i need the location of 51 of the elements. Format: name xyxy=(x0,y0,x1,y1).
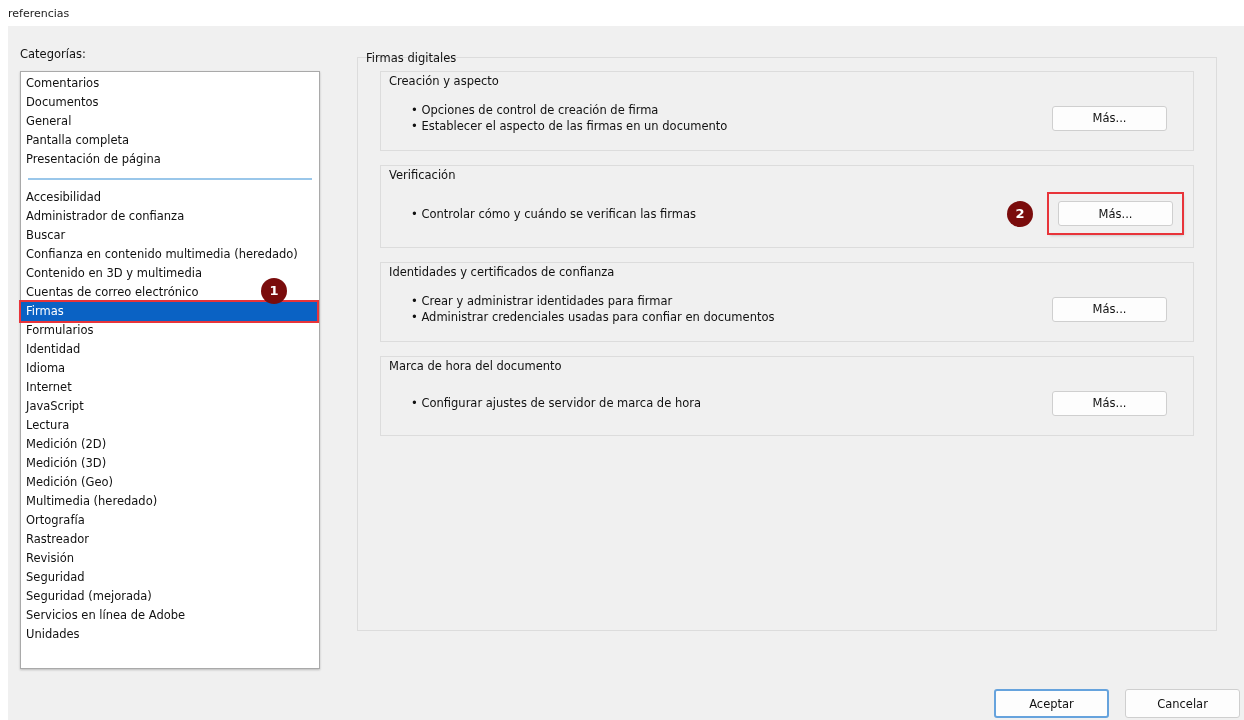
list-item[interactable]: Buscar xyxy=(26,226,66,245)
bullet-text: • Opciones de control de creación de firma xyxy=(411,102,660,118)
list-item[interactable]: Ortografía xyxy=(26,511,85,530)
list-item[interactable]: Cuentas de correo electrónico xyxy=(26,283,199,302)
bullet-text: • Controlar cómo y cuándo se verifican las firmas xyxy=(411,205,698,222)
more-button[interactable]: Más... xyxy=(1058,201,1173,226)
bullet-text: • Establecer el aspecto de las firmas en un documento xyxy=(411,118,729,134)
callout-badge: 1 xyxy=(261,278,287,304)
list-item[interactable]: Contenido en 3D y multimedia xyxy=(26,264,202,283)
more-button[interactable]: Más... xyxy=(1052,296,1167,322)
list-item[interactable]: Seguridad xyxy=(26,568,85,587)
bullet-text: • Configurar ajustes de servidor de marca de hora xyxy=(411,395,702,411)
list-item[interactable]: Rastreador xyxy=(26,530,89,549)
more-button[interactable]: Más... xyxy=(1052,390,1167,416)
list-item[interactable]: Pantalla completa xyxy=(26,131,130,150)
list-item[interactable]: Unidades xyxy=(26,625,80,644)
section-title: Creación y aspecto xyxy=(389,73,500,90)
section-title: Identidades y certificados de confianza xyxy=(389,264,616,281)
list-item[interactable]: JavaScript xyxy=(26,397,84,416)
list-item[interactable]: Idioma xyxy=(26,359,66,378)
ok-button[interactable]: Aceptar xyxy=(994,689,1109,718)
list-item[interactable]: Seguridad (mejorada) xyxy=(26,587,152,606)
window-title: referencias xyxy=(8,0,1244,26)
list-item[interactable]: General xyxy=(26,112,72,131)
callout-badge: 2 xyxy=(1007,200,1033,227)
group-title: Firmas digitales xyxy=(366,51,458,67)
category-list[interactable] xyxy=(20,71,320,669)
list-item[interactable]: Accesibilidad xyxy=(26,188,102,207)
list-item[interactable]: Firmas xyxy=(21,302,317,321)
bullet-text: • Crear y administrar identidades para firmar xyxy=(411,293,674,309)
section-title: Verificación xyxy=(389,167,457,184)
list-item[interactable]: Multimedia (heredado) xyxy=(26,492,158,511)
section-title: Marca de hora del documento xyxy=(389,358,563,375)
list-item[interactable]: Administrador de confianza xyxy=(26,207,185,226)
list-label: Categorías: xyxy=(20,46,87,63)
list-item[interactable]: Internet xyxy=(26,378,72,397)
list-item[interactable]: Formularios xyxy=(26,321,94,340)
list-item[interactable]: Medición (Geo) xyxy=(26,473,113,492)
list-item[interactable]: Identidad xyxy=(26,340,81,359)
cancel-button[interactable]: Cancelar xyxy=(1125,689,1240,718)
list-item[interactable]: Comentarios xyxy=(26,74,100,93)
list-item[interactable]: Confianza en contenido multimedia (heredado) xyxy=(26,245,298,264)
list-item[interactable]: Lectura xyxy=(26,416,70,435)
list-item[interactable]: Presentación de página xyxy=(26,150,161,169)
list-item[interactable]: Revisión xyxy=(26,549,75,568)
list-item[interactable]: Medición (3D) xyxy=(26,454,107,473)
list-item[interactable]: Documentos xyxy=(26,93,99,112)
list-item[interactable]: Servicios en línea de Adobe xyxy=(26,606,186,625)
more-button[interactable]: Más... xyxy=(1052,105,1167,131)
list-item[interactable]: Medición (2D) xyxy=(26,435,107,454)
bullet-text: • Administrar credenciales usadas para confiar en documentos xyxy=(411,309,776,325)
